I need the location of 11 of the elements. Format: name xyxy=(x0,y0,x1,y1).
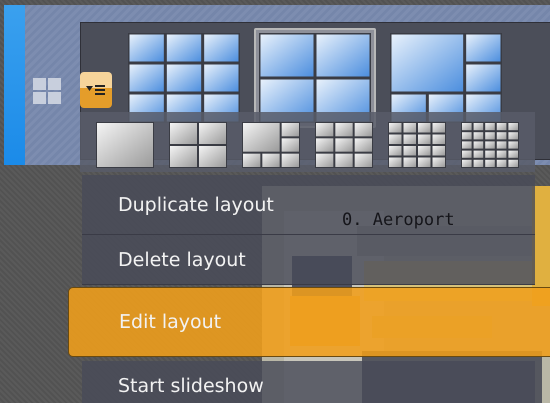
menu-item[interactable]: Delete layout xyxy=(82,235,535,285)
menu-item[interactable]: Start slideshow xyxy=(82,361,535,403)
menu-button[interactable] xyxy=(80,72,112,108)
camera-title: 0. Aeroport xyxy=(342,210,455,230)
layout-preset-icon[interactable] xyxy=(242,122,300,168)
layout-preset-icon[interactable] xyxy=(461,122,519,168)
layout-preset-icon[interactable] xyxy=(96,122,154,168)
dropdown-list-icon xyxy=(86,84,106,96)
layout-preset-icon[interactable] xyxy=(169,122,227,168)
layout-preset-icon[interactable] xyxy=(315,122,373,168)
layout-preset-icon[interactable] xyxy=(388,122,446,168)
